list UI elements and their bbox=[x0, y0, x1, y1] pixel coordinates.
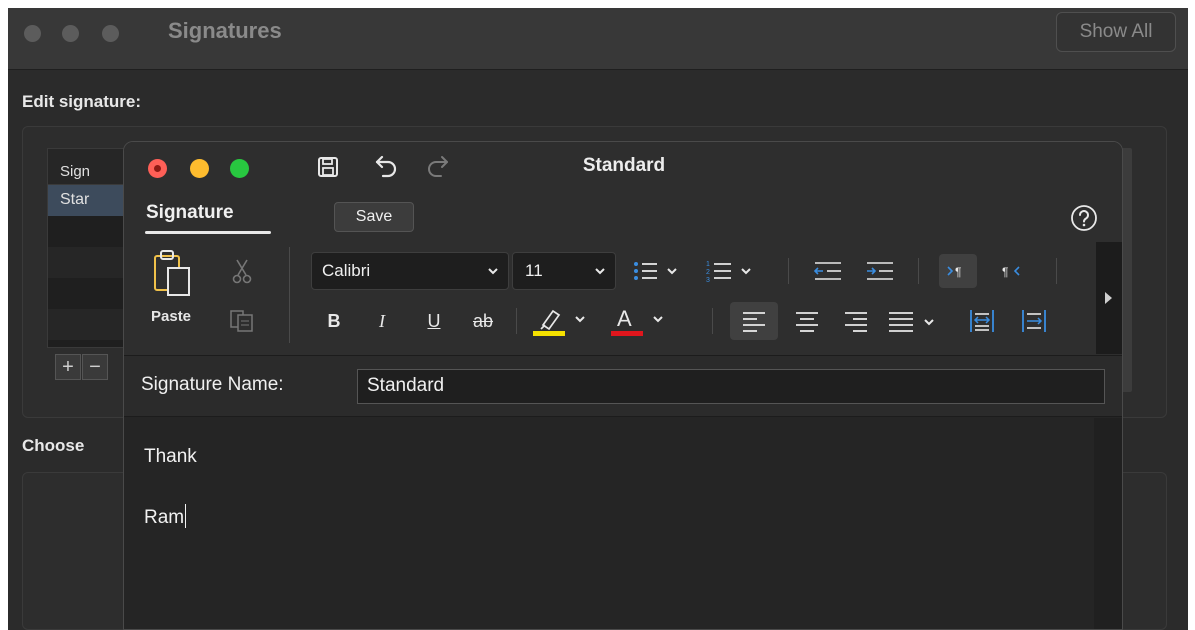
increase-indent-button[interactable] bbox=[860, 256, 900, 286]
font-color-button[interactable]: A bbox=[607, 302, 677, 340]
signature-name-input[interactable]: Standard bbox=[357, 369, 1105, 404]
ribbon-divider bbox=[918, 258, 919, 284]
remove-signature-button[interactable]: − bbox=[82, 354, 108, 380]
editor-title: Standard bbox=[582, 155, 666, 176]
signature-name-label: Signature Name: bbox=[141, 374, 284, 395]
highlighter-icon bbox=[533, 309, 585, 336]
ribbon-divider bbox=[516, 308, 517, 334]
ltr-icon: ¶ bbox=[947, 265, 961, 279]
rtl-icon: ¶ bbox=[1002, 265, 1020, 279]
numbered-list-icon: 123 bbox=[706, 261, 751, 284]
highlight-color-button[interactable] bbox=[529, 302, 599, 340]
font-size-select[interactable]: 11 bbox=[512, 252, 616, 290]
zoom-dot-inactive[interactable] bbox=[102, 25, 119, 42]
justify-icon bbox=[889, 312, 934, 332]
preferences-titlebar: Signatures Show All bbox=[8, 8, 1188, 70]
signature-body-editor[interactable]: Thank Ram bbox=[124, 418, 1094, 629]
line-spacing-icon bbox=[1022, 310, 1046, 332]
body-line-with-caret: Ram bbox=[144, 504, 187, 529]
tab-active-indicator bbox=[145, 231, 271, 234]
chevron-right-icon bbox=[1105, 292, 1112, 304]
list-item-empty bbox=[48, 278, 126, 309]
svg-text:3: 3 bbox=[706, 277, 710, 284]
italic-button[interactable]: I bbox=[369, 306, 395, 336]
signature-name-row: Signature Name: Standard bbox=[124, 355, 1122, 417]
chevron-down-icon bbox=[593, 263, 607, 283]
ltr-text-direction-button[interactable]: ¶ bbox=[939, 254, 977, 288]
copy-icon[interactable] bbox=[229, 307, 255, 338]
ribbon-divider bbox=[289, 247, 290, 343]
svg-text:2: 2 bbox=[706, 269, 710, 276]
ribbon-divider bbox=[712, 308, 713, 334]
text-caret bbox=[185, 504, 187, 528]
decrease-indent-button[interactable] bbox=[808, 256, 848, 286]
formatting-ribbon: Paste Calibri 11 123 ¶ ¶ B I U ab A bbox=[124, 242, 1094, 354]
help-icon[interactable] bbox=[1070, 204, 1098, 232]
editor-toolbar-area: Standard Signature Save Paste Calibri 11… bbox=[124, 142, 1122, 355]
edit-signature-label: Edit signature: bbox=[22, 92, 142, 111]
svg-text:A: A bbox=[617, 306, 632, 331]
close-dot-inactive[interactable] bbox=[24, 25, 41, 42]
font-name-select[interactable]: Calibri bbox=[311, 252, 509, 290]
save-button[interactable]: Save bbox=[334, 202, 414, 232]
list-item-empty bbox=[48, 247, 126, 278]
align-left-button[interactable] bbox=[730, 302, 778, 340]
align-left-icon bbox=[743, 312, 765, 332]
ribbon-scroll-button[interactable] bbox=[1096, 242, 1122, 354]
tab-signature[interactable]: Signature bbox=[146, 202, 234, 224]
list-item-empty bbox=[48, 309, 126, 340]
body-line: Thank bbox=[144, 446, 197, 467]
rtl-text-direction-button[interactable]: ¶ bbox=[994, 254, 1030, 288]
preferences-title: Signatures bbox=[168, 18, 282, 43]
font-size-value: 11 bbox=[525, 261, 543, 280]
signature-list-header: Sign bbox=[48, 149, 126, 185]
signature-list[interactable]: Sign Star bbox=[47, 148, 127, 348]
decrease-indent-icon bbox=[813, 262, 841, 280]
align-center-button[interactable] bbox=[787, 302, 827, 340]
underline-button[interactable]: U bbox=[421, 306, 447, 336]
chevron-down-icon bbox=[486, 263, 500, 283]
strikethrough-button[interactable]: ab bbox=[466, 306, 500, 336]
align-right-icon bbox=[845, 312, 867, 332]
ribbon-divider bbox=[788, 258, 789, 284]
increase-indent-icon bbox=[867, 262, 893, 280]
bullet-list-button[interactable] bbox=[631, 256, 685, 286]
cut-icon[interactable] bbox=[232, 258, 252, 289]
list-item[interactable]: Star bbox=[48, 185, 126, 216]
paste-icon[interactable] bbox=[152, 248, 192, 303]
paste-label: Paste bbox=[151, 308, 192, 325]
distributed-icon bbox=[970, 310, 994, 332]
signature-editor-window: Standard Signature Save Paste Calibri 11… bbox=[123, 141, 1123, 630]
choose-default-label: Choose bbox=[22, 436, 85, 455]
font-color-icon: A bbox=[611, 306, 663, 336]
align-center-icon bbox=[796, 312, 818, 332]
body-line-text: Ram bbox=[144, 507, 185, 528]
svg-text:¶: ¶ bbox=[955, 265, 961, 279]
svg-text:1: 1 bbox=[706, 261, 710, 268]
distributed-align-button[interactable] bbox=[964, 302, 1000, 340]
bold-button[interactable]: B bbox=[321, 306, 347, 336]
show-all-button[interactable]: Show All bbox=[1056, 12, 1176, 52]
minimize-dot-inactive[interactable] bbox=[62, 25, 79, 42]
body-scrollbar[interactable] bbox=[1094, 418, 1122, 629]
bullet-list-icon bbox=[634, 262, 677, 280]
numbered-list-button[interactable]: 123 bbox=[705, 256, 763, 286]
add-signature-button[interactable]: + bbox=[55, 354, 81, 380]
justify-button[interactable] bbox=[886, 302, 944, 340]
align-right-button[interactable] bbox=[836, 302, 876, 340]
list-item-empty bbox=[48, 216, 126, 247]
svg-text:¶: ¶ bbox=[1002, 265, 1008, 279]
ribbon-divider bbox=[1056, 258, 1057, 284]
line-spacing-button[interactable] bbox=[1016, 302, 1052, 340]
font-name-value: Calibri bbox=[322, 261, 371, 280]
